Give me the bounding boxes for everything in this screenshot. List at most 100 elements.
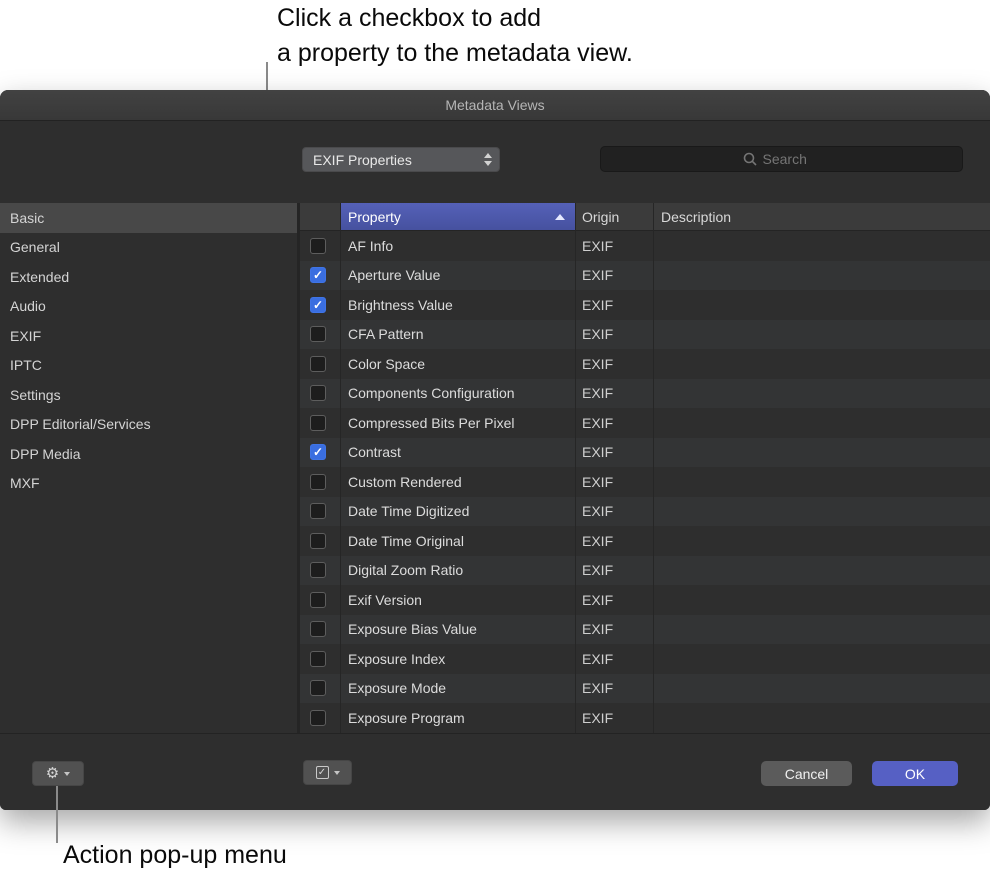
property-cell[interactable]: Compressed Bits Per Pixel [340, 408, 575, 438]
sidebar-item-extended[interactable]: Extended [0, 262, 297, 292]
property-cell[interactable]: Color Space [340, 349, 575, 379]
header-property-label: Property [348, 209, 401, 225]
properties-table: Property Origin Description AF InfoEXIF✓… [300, 203, 990, 733]
annotation-top: Click a checkbox to add a property to th… [277, 1, 633, 71]
origin-cell: EXIF [575, 379, 653, 409]
property-cell[interactable]: Exposure Bias Value [340, 615, 575, 645]
callout-line-bottom-vertical [56, 786, 58, 843]
sidebar-item-general[interactable]: General [0, 233, 297, 263]
table-header: Property Origin Description [300, 203, 990, 231]
sidebar-item-label: MXF [10, 475, 40, 491]
row-checkbox[interactable] [310, 385, 326, 401]
row-checkbox[interactable] [310, 503, 326, 519]
property-cell[interactable]: CFA Pattern [340, 320, 575, 350]
sidebar-item-settings[interactable]: Settings [0, 380, 297, 410]
checkbox-cell [300, 644, 340, 674]
property-cell[interactable]: Date Time Original [340, 526, 575, 556]
header-description[interactable]: Description [653, 203, 990, 230]
view-popup-label: EXIF Properties [313, 152, 412, 168]
row-checkbox[interactable]: ✓ [310, 444, 326, 460]
row-checkbox[interactable] [310, 592, 326, 608]
sidebar-item-basic[interactable]: Basic [0, 203, 297, 233]
property-cell[interactable]: Digital Zoom Ratio [340, 556, 575, 586]
description-cell [653, 674, 990, 704]
row-checkbox[interactable] [310, 326, 326, 342]
header-checkbox-column [300, 203, 340, 230]
header-property[interactable]: Property [340, 203, 575, 230]
header-description-label: Description [661, 209, 731, 225]
action-popup-button[interactable]: ⚙ [32, 761, 84, 786]
row-checkbox[interactable] [310, 356, 326, 372]
row-checkbox[interactable] [310, 533, 326, 549]
table-row: Date Time OriginalEXIF [300, 526, 990, 556]
origin-cell: EXIF [575, 349, 653, 379]
header-origin[interactable]: Origin [575, 203, 653, 230]
sidebar-item-label: General [10, 239, 60, 255]
view-popup-button[interactable]: EXIF Properties [302, 147, 500, 172]
stepper-icon [484, 153, 492, 166]
checkbox-cell: ✓ [300, 290, 340, 320]
cancel-button[interactable]: Cancel [761, 761, 852, 786]
row-checkbox[interactable] [310, 621, 326, 637]
table-row: AF InfoEXIF [300, 231, 990, 261]
property-cell[interactable]: Brightness Value [340, 290, 575, 320]
property-cell[interactable]: Date Time Digitized [340, 497, 575, 527]
annotation-top-line2: a property to the metadata view. [277, 36, 633, 71]
row-checkbox[interactable] [310, 562, 326, 578]
checkbox-icon: ✓ [316, 766, 329, 779]
description-cell [653, 231, 990, 261]
property-cell[interactable]: Components Configuration [340, 379, 575, 409]
description-cell [653, 438, 990, 468]
checkbox-cell [300, 497, 340, 527]
property-cell[interactable]: AF Info [340, 231, 575, 261]
sidebar-item-label: DPP Media [10, 446, 81, 462]
column-separator [653, 203, 654, 733]
row-checkbox[interactable] [310, 710, 326, 726]
footer-bar: ⚙ ✓ Cancel OK [0, 733, 990, 810]
sidebar-item-label: Settings [10, 387, 61, 403]
property-cell[interactable]: Exposure Index [340, 644, 575, 674]
description-cell [653, 615, 990, 645]
property-cell[interactable]: Contrast [340, 438, 575, 468]
content-area: BasicGeneralExtendedAudioEXIFIPTCSetting… [0, 203, 990, 733]
table-row: Compressed Bits Per PixelEXIF [300, 408, 990, 438]
search-input[interactable] [763, 151, 821, 167]
sidebar-item-mxf[interactable]: MXF [0, 469, 297, 499]
checkbox-popup-button[interactable]: ✓ [303, 760, 352, 785]
table-row: ✓ContrastEXIF [300, 438, 990, 468]
row-checkbox[interactable] [310, 238, 326, 254]
checkbox-cell: ✓ [300, 261, 340, 291]
column-separator [575, 203, 576, 733]
sidebar-item-exif[interactable]: EXIF [0, 321, 297, 351]
row-checkbox[interactable]: ✓ [310, 267, 326, 283]
checkbox-cell [300, 703, 340, 733]
checkbox-cell [300, 674, 340, 704]
row-checkbox[interactable]: ✓ [310, 297, 326, 313]
row-checkbox[interactable] [310, 680, 326, 696]
property-cell[interactable]: Exif Version [340, 585, 575, 615]
row-checkbox[interactable] [310, 651, 326, 667]
property-cell[interactable]: Custom Rendered [340, 467, 575, 497]
checkbox-cell [300, 585, 340, 615]
sidebar-item-dpp-editorial-services[interactable]: DPP Editorial/Services [0, 410, 297, 440]
sidebar-item-audio[interactable]: Audio [0, 292, 297, 322]
title-bar[interactable]: Metadata Views [0, 90, 990, 121]
row-checkbox[interactable] [310, 474, 326, 490]
origin-cell: EXIF [575, 703, 653, 733]
window-title: Metadata Views [445, 97, 544, 113]
row-checkbox[interactable] [310, 415, 326, 431]
property-cell[interactable]: Exposure Mode [340, 674, 575, 704]
description-cell [653, 290, 990, 320]
description-cell [653, 467, 990, 497]
table-body: AF InfoEXIF✓Aperture ValueEXIF✓Brightnes… [300, 231, 990, 733]
property-cell[interactable]: Exposure Program [340, 703, 575, 733]
checkbox-cell [300, 320, 340, 350]
search-field[interactable] [600, 146, 963, 172]
sidebar-item-iptc[interactable]: IPTC [0, 351, 297, 381]
origin-cell: EXIF [575, 261, 653, 291]
sidebar-item-dpp-media[interactable]: DPP Media [0, 439, 297, 469]
ok-button[interactable]: OK [872, 761, 958, 786]
origin-cell: EXIF [575, 231, 653, 261]
ok-button-label: OK [905, 766, 925, 782]
property-cell[interactable]: Aperture Value [340, 261, 575, 291]
